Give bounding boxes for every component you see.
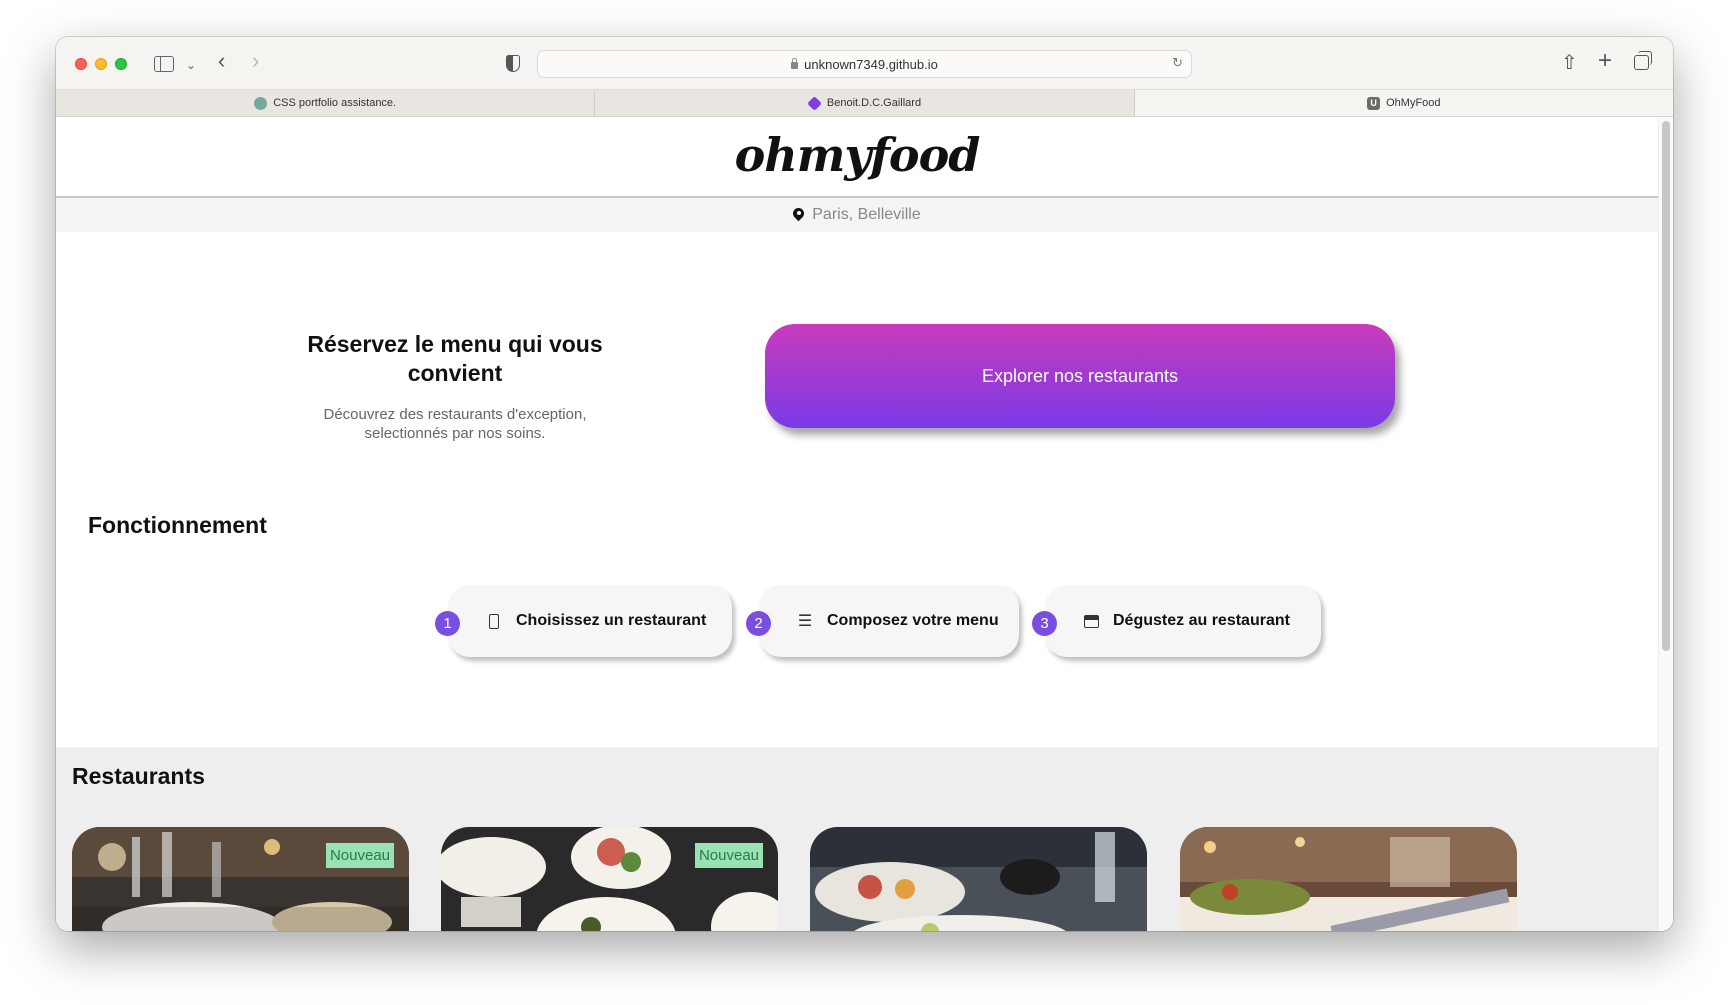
step-number-badge: 1 [435, 611, 460, 636]
site-logo[interactable]: ohmyfood [735, 128, 981, 182]
back-arrow-icon[interactable]: ‹ [218, 50, 225, 72]
phone-icon [486, 613, 502, 629]
restaurant-card[interactable]: Nouveau [441, 827, 778, 931]
list-icon: ☰ [797, 613, 813, 630]
section-title: Fonctionnement [88, 512, 267, 538]
explore-restaurants-button[interactable]: Explorer nos restaurants [765, 324, 1395, 428]
tab-strip: CSS portfolio assistance. Benoit.D.C.Gai… [56, 90, 1673, 117]
privacy-shield-icon[interactable] [506, 55, 520, 72]
layers-icon [807, 95, 822, 111]
map-pin-icon [793, 208, 804, 223]
step-number-badge: 2 [746, 611, 771, 636]
u-icon: U [1367, 96, 1381, 110]
chevron-down-icon[interactable]: ⌄ [186, 54, 196, 76]
tab-ohmyfood[interactable]: U OhMyFood [1134, 90, 1673, 116]
restaurant-card[interactable] [810, 827, 1147, 931]
new-badge: Nouveau [325, 843, 394, 868]
how-it-works-section: Fonctionnement 1 Choisissez un restauran… [56, 507, 1658, 747]
hero-section: Réservez le menu qui vous convient Décou… [56, 232, 1658, 507]
step-label: Dégustez au restaurant [1113, 612, 1290, 629]
step-label: Composez votre menu [827, 612, 999, 629]
close-window-button[interactable] [75, 58, 87, 70]
restaurant-card[interactable] [1180, 827, 1517, 931]
location-text: Paris, Belleville [812, 206, 921, 223]
tab-overview-icon[interactable] [1634, 51, 1652, 70]
address-bar[interactable]: unknown7349.github.io ↻ [537, 50, 1192, 78]
minimize-window-button[interactable] [95, 58, 107, 70]
forward-arrow-icon[interactable]: › [252, 50, 259, 72]
section-title: Restaurants [72, 763, 205, 789]
hero-text: Réservez le menu qui vous convient Décou… [300, 330, 610, 443]
step-label: Choisissez un restaurant [516, 612, 707, 629]
hero-subtitle: Découvrez des restaurants d'exception, s… [323, 406, 587, 442]
browser-window: ⌄ ‹ › unknown7349.github.io ↻ ⇧ + CSS po… [56, 37, 1673, 931]
openai-icon [254, 96, 268, 110]
reload-icon[interactable]: ↻ [1172, 55, 1183, 71]
page-content: ohmyfood Paris, Belleville Réservez le m… [56, 118, 1658, 931]
vertical-scrollbar[interactable] [1658, 118, 1673, 931]
site-header: ohmyfood [56, 118, 1658, 198]
tab-label: CSS portfolio assistance. [273, 97, 397, 109]
tab-label: Benoit.D.C.Gaillard [826, 97, 922, 109]
browser-toolbar: ⌄ ‹ › unknown7349.github.io ↻ ⇧ + [56, 37, 1673, 90]
step-card: ☰ Composez votre menu [759, 585, 1019, 657]
scrollbar-thumb[interactable] [1662, 121, 1670, 651]
step-card: Choisissez un restaurant [448, 585, 732, 657]
restaurant-photo [1180, 827, 1517, 931]
zoom-window-button[interactable] [115, 58, 127, 70]
location-bar: Paris, Belleville [56, 198, 1658, 232]
tab-css-portfolio[interactable]: CSS portfolio assistance. [56, 90, 596, 116]
store-icon [1083, 613, 1099, 629]
hero-title: Réservez le menu qui vous convient [307, 331, 603, 386]
step-card: Dégustez au restaurant [1045, 585, 1321, 657]
window-controls [75, 58, 127, 70]
url-text: unknown7349.github.io [804, 56, 938, 72]
new-badge: Nouveau [694, 843, 763, 868]
restaurants-section: Restaurants Nouveau Nouveau [56, 747, 1658, 931]
step-number-badge: 3 [1032, 611, 1057, 636]
tab-label: OhMyFood [1386, 97, 1441, 109]
new-tab-icon[interactable]: + [1598, 47, 1612, 75]
web-page: ohmyfood Paris, Belleville Réservez le m… [56, 118, 1673, 931]
share-icon[interactable]: ⇧ [1561, 50, 1578, 75]
lock-icon [791, 57, 799, 69]
restaurant-photo [810, 827, 1147, 931]
restaurant-card[interactable]: Nouveau [72, 827, 409, 931]
tab-benoit[interactable]: Benoit.D.C.Gaillard [595, 90, 1135, 116]
sidebar-toggle-icon[interactable] [154, 56, 174, 72]
